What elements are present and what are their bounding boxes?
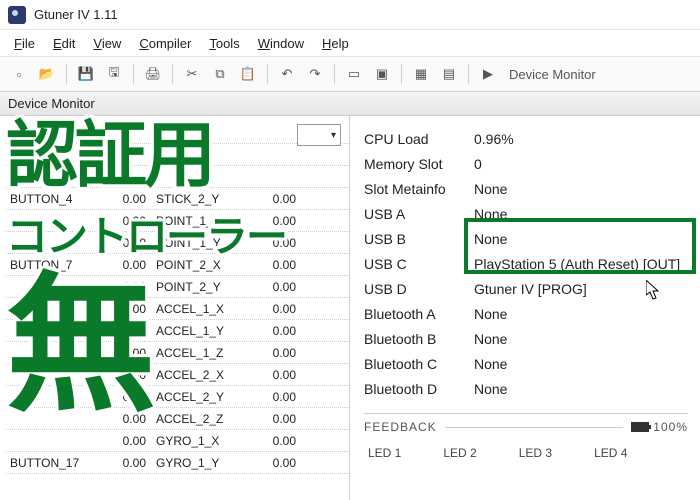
feedback-label: FEEDBACK <box>364 420 437 434</box>
titlebar: Gtuner IV 1.11 <box>0 0 700 30</box>
separator <box>401 64 402 84</box>
input-grid-row: BUTTON_170.00GYRO_1_Y0.00 <box>6 452 349 474</box>
cut-icon[interactable]: ✂ <box>179 61 205 87</box>
run-icon[interactable]: ▶ <box>475 61 501 87</box>
menu-file[interactable]: File <box>6 33 43 54</box>
separator <box>267 64 268 84</box>
menu-compiler[interactable]: Compiler <box>131 33 199 54</box>
row-bt-d: Bluetooth DNone <box>364 376 688 401</box>
battery-icon <box>631 422 649 432</box>
led-4: LED 4 <box>594 446 627 460</box>
led-2: LED 2 <box>443 446 476 460</box>
separator <box>172 64 173 84</box>
compile-icon[interactable]: ▭ <box>341 61 367 87</box>
led-3: LED 3 <box>519 446 552 460</box>
divider <box>445 427 624 428</box>
input-grid-row: 0.00ACCEL_1_X0.00 <box>6 298 349 320</box>
panel-title: Device Monitor <box>0 92 700 116</box>
separator <box>133 64 134 84</box>
device-status: CPU Load0.96% Memory Slot0 Slot Metainfo… <box>350 116 700 500</box>
input-grid-row: 0.00POINT_2_Y0.00 <box>6 276 349 298</box>
row-usb-c: USB CPlayStation 5 (Auth Reset) [OUT] <box>364 251 688 276</box>
separator <box>468 64 469 84</box>
row-cpu-load: CPU Load0.96% <box>364 126 688 151</box>
separator <box>66 64 67 84</box>
app-logo-icon <box>8 6 26 24</box>
row-bt-a: Bluetooth ANone <box>364 301 688 326</box>
separator <box>334 64 335 84</box>
battery-indicator: 100% <box>631 420 688 434</box>
test-debug-icon[interactable]: ▦ <box>408 61 434 87</box>
redo-icon[interactable]: ↷ <box>302 61 328 87</box>
install-icon[interactable]: ▣ <box>369 61 395 87</box>
save-icon[interactable]: 💾 <box>73 61 99 87</box>
undo-icon[interactable]: ↶ <box>274 61 300 87</box>
toolbar: ▫ 📂 💾 🖫 🖨 ✂ ⧉ 📋 ↶ ↷ ▭ ▣ ▦ ▤ ▶ Device Mon… <box>0 56 700 92</box>
menu-help[interactable]: Help <box>314 33 357 54</box>
window-title: Gtuner IV 1.11 <box>34 7 118 22</box>
row-bt-b: Bluetooth BNone <box>364 326 688 351</box>
input-grid-row: 0.00ACCEL_1_Z0.00 <box>6 342 349 364</box>
input-grid-row: 0.00POINT_1_Y0.00 <box>6 232 349 254</box>
row-memory-slot: Memory Slot0 <box>364 151 688 176</box>
menu-edit[interactable]: Edit <box>45 33 83 54</box>
menu-view[interactable]: View <box>85 33 129 54</box>
input-grid: BUTTON_40.00STICK_2_Y0.000.00POINT_1_X0.… <box>0 116 350 500</box>
slot-dropdown[interactable] <box>297 124 341 146</box>
input-grid-row: 0.00POINT_1_X0.00 <box>6 210 349 232</box>
copy-icon[interactable]: ⧉ <box>207 61 233 87</box>
memory-icon[interactable]: ▤ <box>436 61 462 87</box>
menu-tools[interactable]: Tools <box>201 33 247 54</box>
input-grid-row: 0.00GYRO_1_X0.00 <box>6 430 349 452</box>
new-file-icon[interactable]: ▫ <box>6 61 32 87</box>
input-grid-row: 0.00ACCEL_2_Z0.00 <box>6 408 349 430</box>
input-grid-row: 0.00ACCEL_2_Y0.00 <box>6 386 349 408</box>
row-usb-b: USB BNone <box>364 226 688 251</box>
print-icon[interactable]: 🖨 <box>140 61 166 87</box>
save-all-icon[interactable]: 🖫 <box>101 61 127 87</box>
menubar: File Edit View Compiler Tools Window Hel… <box>0 30 700 56</box>
row-usb-a: USB ANone <box>364 201 688 226</box>
paste-icon[interactable]: 📋 <box>235 61 261 87</box>
row-usb-d: USB DGtuner IV [PROG] <box>364 276 688 301</box>
row-bt-c: Bluetooth CNone <box>364 351 688 376</box>
row-slot-meta: Slot MetainfoNone <box>364 176 688 201</box>
input-grid-row: 0.00ACCEL_2_X0.00 <box>6 364 349 386</box>
led-1: LED 1 <box>368 446 401 460</box>
input-grid-row <box>6 144 349 166</box>
led-row: LED 1 LED 2 LED 3 LED 4 <box>364 440 688 460</box>
feedback-section: FEEDBACK 100% LED 1 LED 2 LED 3 LED 4 <box>364 413 688 460</box>
open-file-icon[interactable]: 📂 <box>34 61 60 87</box>
input-grid-row <box>6 166 349 188</box>
input-grid-row: BUTTON_40.00STICK_2_Y0.00 <box>6 188 349 210</box>
toolbar-right-label[interactable]: Device Monitor <box>503 67 602 82</box>
input-grid-row: BUTTON_70.00POINT_2_X0.00 <box>6 254 349 276</box>
menu-window[interactable]: Window <box>250 33 312 54</box>
input-grid-row: 0.00ACCEL_1_Y0.00 <box>6 320 349 342</box>
